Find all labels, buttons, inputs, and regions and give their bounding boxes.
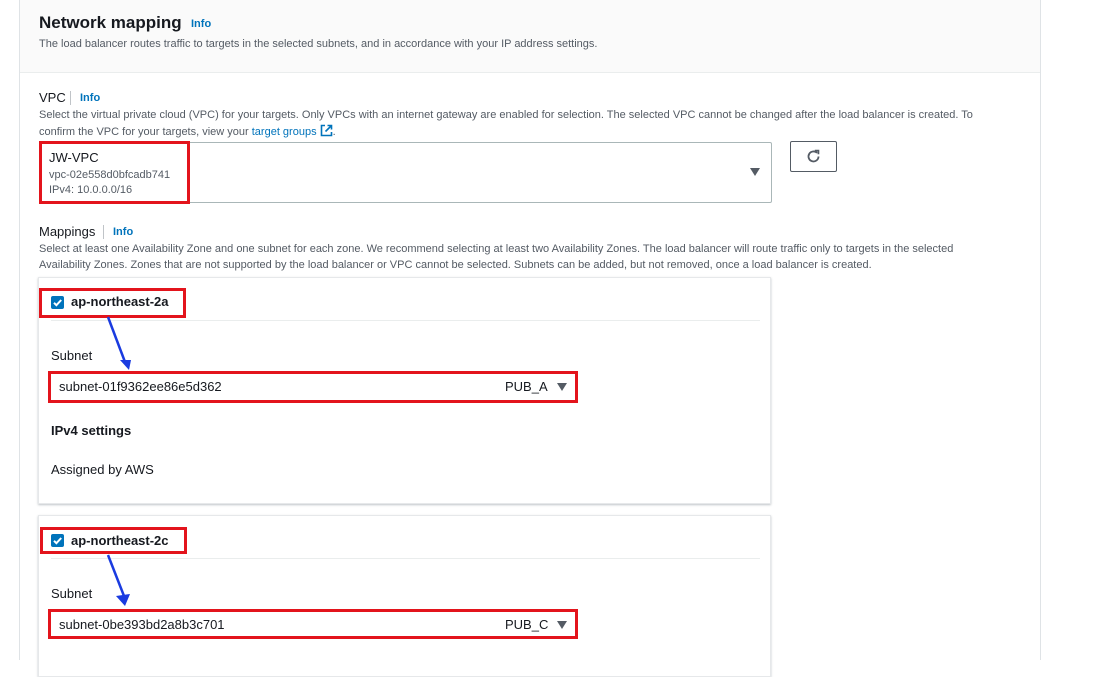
- section-info-link[interactable]: Info: [191, 18, 211, 30]
- vpc-highlight-box: [39, 141, 190, 204]
- subnet-label: Subnet: [51, 348, 93, 363]
- refresh-icon: [807, 149, 820, 163]
- section-title: Network mapping: [39, 13, 182, 32]
- card-divider: [51, 558, 760, 559]
- zone-c-highlight-box: [40, 527, 187, 554]
- panel-header: Network mapping Info The load balancer r…: [20, 0, 1040, 73]
- vpc-info-link[interactable]: Info: [80, 92, 100, 104]
- network-mapping-panel: Network mapping Info The load balancer r…: [19, 0, 1041, 677]
- subnet-a-highlight-box: [48, 371, 578, 403]
- vpc-description: Select the virtual private cloud (VPC) f…: [39, 108, 1029, 142]
- caret-down-icon: [750, 168, 760, 176]
- annotation-arrow-icon: [106, 316, 131, 370]
- mappings-label-separator: [103, 225, 104, 239]
- vpc-label-separator: [70, 91, 71, 105]
- target-groups-link[interactable]: target groups: [252, 126, 317, 138]
- vpc-description-prefix: confirm the VPC for your targets, view y…: [39, 125, 249, 138]
- mappings-description: Select at least one Availability Zone an…: [39, 242, 1029, 273]
- mappings-description-line2: Availability Zones. Zones that are not s…: [39, 258, 872, 271]
- ipv4-settings-value: Assigned by AWS: [51, 462, 154, 477]
- subnet-c-highlight-box: [48, 609, 578, 639]
- vpc-label: VPC: [39, 90, 66, 105]
- section-description: The load balancer routes traffic to targ…: [39, 38, 598, 50]
- vpc-description-line2: confirm the VPC for your targets, view y…: [39, 124, 1029, 143]
- vpc-description-line1: Select the virtual private cloud (VPC) f…: [39, 109, 973, 121]
- refresh-button[interactable]: [790, 141, 837, 172]
- vpc-description-suffix: .: [332, 125, 336, 138]
- annotation-arrow-icon: [106, 554, 130, 606]
- card-divider: [51, 320, 760, 321]
- mappings-description-line1: Select at least one Availability Zone an…: [39, 243, 954, 255]
- ipv4-settings-heading: IPv4 settings: [51, 423, 132, 438]
- subnet-label: Subnet: [51, 586, 93, 601]
- external-link-icon[interactable]: [320, 124, 333, 143]
- mappings-label: Mappings: [39, 224, 96, 239]
- mappings-info-link[interactable]: Info: [113, 226, 133, 238]
